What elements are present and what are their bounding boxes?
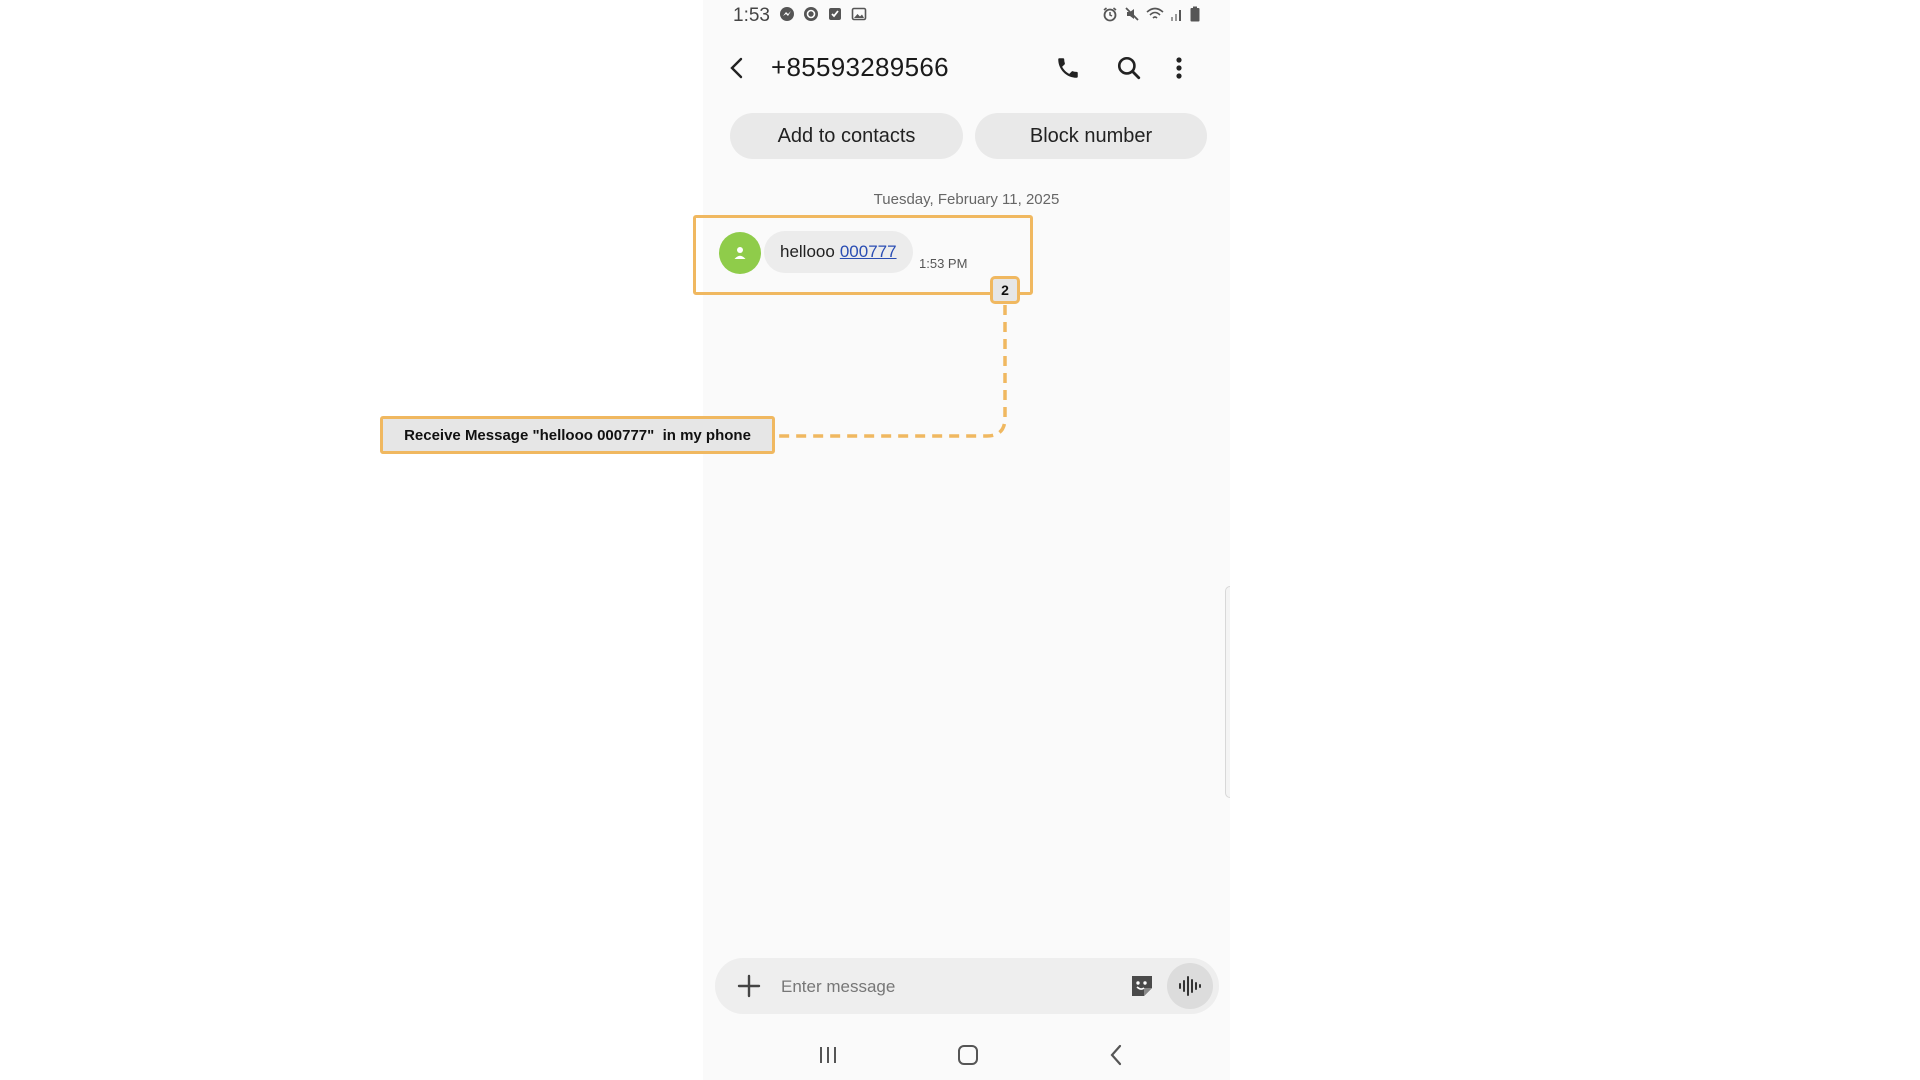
annotation-highlight-box (693, 215, 1033, 295)
annotation-connector (777, 305, 1007, 438)
annotation-label: Receive Message "hellooo 000777" in my p… (380, 416, 775, 454)
annotation-step-badge: 2 (990, 276, 1020, 304)
